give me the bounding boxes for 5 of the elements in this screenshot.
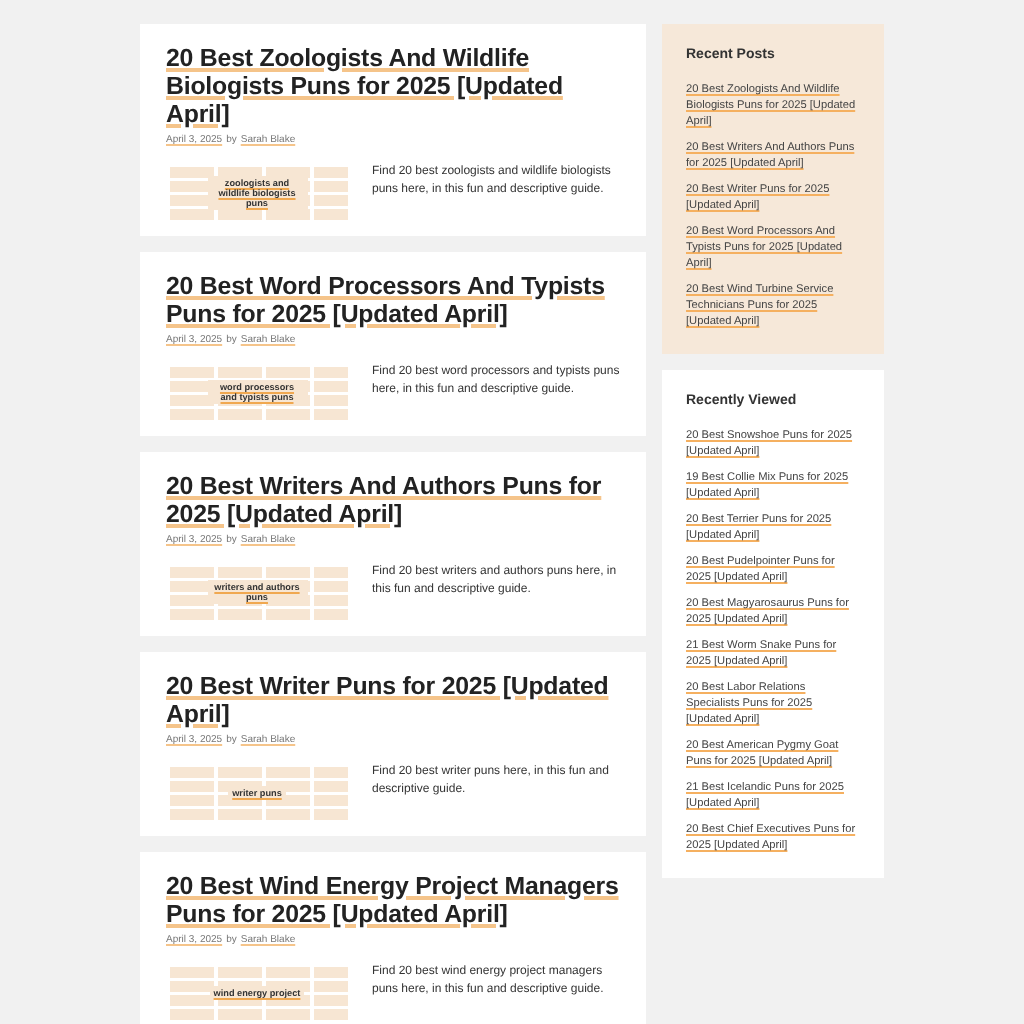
post-title-link[interactable]: 20 Best Word Processors And Typists Puns for 2025 [Updated April] <box>166 272 620 328</box>
post-title-link[interactable]: 20 Best Writers And Authors Puns for 2025 [Updated April] <box>166 472 620 528</box>
post-title-link[interactable]: 20 Best Writer Puns for 2025 [Updated April] <box>166 672 620 728</box>
post-title-link[interactable]: 20 Best Zoologists And Wildlife Biologists Puns for 2025 [Updated April] <box>166 44 620 128</box>
post-title-link[interactable]: 20 Best Wind Energy Project Managers Puns for 2025 [Updated April] <box>166 872 620 928</box>
